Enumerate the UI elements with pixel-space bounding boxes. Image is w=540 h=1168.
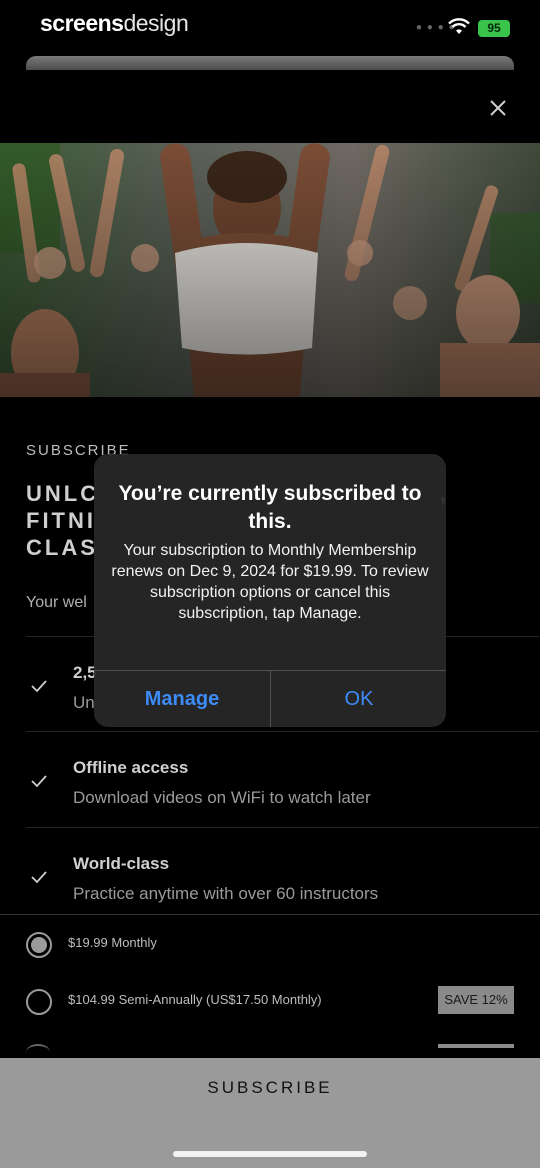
close-icon[interactable] (486, 96, 510, 120)
plan-option-semi-annual[interactable]: $104.99 Semi-Annually (US$17.50 Monthly)… (26, 982, 514, 1022)
welcome-text: Your wel (26, 594, 87, 611)
save-badge: SAVE 12% (438, 986, 514, 1014)
brand-bold: screens (40, 10, 124, 36)
status-bar: screensdesign ● ● ● ● 95 (0, 0, 540, 48)
brand-light: design (123, 10, 189, 36)
check-icon (31, 680, 47, 693)
ok-button[interactable]: OK (271, 671, 446, 727)
hero-image (0, 143, 540, 397)
feature-description: Un (73, 693, 95, 712)
feature-description: Download videos on WiFi to watch later (73, 788, 371, 807)
plan-label: $19.99 Monthly (68, 935, 157, 950)
plan-option-monthly[interactable]: $19.99 Monthly (26, 925, 514, 965)
alert-title: You’re currently subscribed to this. (118, 482, 422, 533)
battery-level: 95 (487, 21, 501, 35)
radio-selected-icon[interactable] (26, 932, 52, 958)
subscription-alert-dialog: You’re currently subscribed to this. You… (94, 454, 446, 727)
wifi-icon (448, 18, 470, 34)
plans-divider (0, 914, 540, 915)
brand-logo: screensdesign (40, 10, 189, 37)
plan-label: $104.99 Semi-Annually (US$17.50 Monthly) (68, 992, 322, 1007)
radio-unselected-icon[interactable] (26, 989, 52, 1015)
feature-title: Offline access (73, 758, 189, 777)
home-indicator[interactable] (173, 1151, 367, 1157)
feature-row: Offline access Download videos on WiFi t… (26, 731, 540, 828)
alert-message: Your subscription to Monthly Membership … (111, 542, 429, 622)
subscribe-button[interactable]: SUBSCRIBE (0, 1078, 540, 1098)
save-badge (438, 1044, 514, 1048)
battery-icon: 95 (478, 20, 510, 37)
manage-button[interactable]: Manage (94, 671, 270, 727)
check-icon (31, 775, 47, 788)
check-icon (31, 871, 47, 884)
feature-description: Practice anytime with over 60 instructor… (73, 884, 379, 903)
feature-row: World-class Practice anytime with over 6… (26, 827, 540, 924)
feature-title: World-class (73, 854, 170, 873)
